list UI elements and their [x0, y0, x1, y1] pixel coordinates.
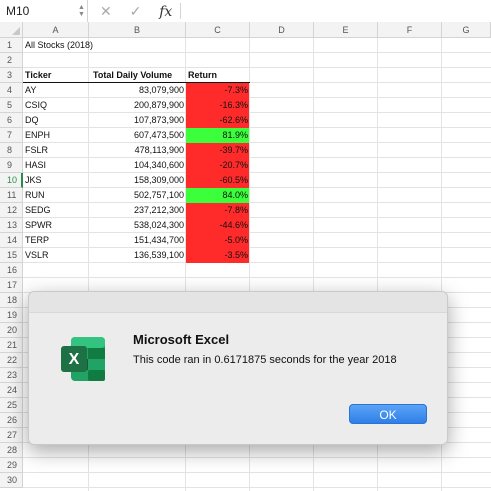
- return-cell[interactable]: 84.0%: [186, 188, 250, 203]
- volume-cell[interactable]: 237,212,300: [89, 203, 186, 218]
- return-cell[interactable]: 81.9%: [186, 128, 250, 143]
- ticker-cell[interactable]: RUN: [23, 188, 89, 203]
- row-header-1[interactable]: 1: [0, 38, 23, 53]
- return-cell[interactable]: -39.7%: [186, 143, 250, 158]
- row-header-3[interactable]: 3: [0, 68, 23, 83]
- excel-app-icon: X: [57, 333, 109, 385]
- return-cell[interactable]: -44.6%: [186, 218, 250, 233]
- return-cell[interactable]: -20.7%: [186, 158, 250, 173]
- dialog-title: Microsoft Excel: [133, 332, 230, 347]
- row-header-28[interactable]: 28: [0, 443, 23, 458]
- grid-line: [23, 277, 491, 278]
- table-header-cell[interactable]: Total Daily Volume: [89, 68, 186, 83]
- return-cell[interactable]: -62.6%: [186, 113, 250, 128]
- volume-cell[interactable]: 136,539,100: [89, 248, 186, 263]
- volume-cell[interactable]: 107,873,900: [89, 113, 186, 128]
- volume-cell[interactable]: 104,340,600: [89, 158, 186, 173]
- ticker-cell[interactable]: CSIQ: [23, 98, 89, 113]
- ticker-cell[interactable]: TERP: [23, 233, 89, 248]
- ticker-cell[interactable]: AY: [23, 83, 89, 98]
- return-cell[interactable]: -16.3%: [186, 98, 250, 113]
- dialog-message: This code ran in 0.6171875 seconds for t…: [133, 354, 397, 366]
- alert-dialog: X Microsoft Excel This code ran in 0.617…: [28, 291, 448, 445]
- row-header-9[interactable]: 9: [0, 158, 23, 173]
- column-header-f[interactable]: F: [378, 22, 442, 38]
- row-header-21[interactable]: 21: [0, 338, 23, 353]
- formula-bar-icons: ✕ ✓ fx: [100, 0, 186, 22]
- row-header-29[interactable]: 29: [0, 458, 23, 473]
- return-cell[interactable]: -7.3%: [186, 83, 250, 98]
- table-header-cell[interactable]: Ticker: [23, 68, 89, 83]
- volume-cell[interactable]: 200,879,900: [89, 98, 186, 113]
- ticker-cell[interactable]: JKS: [23, 173, 89, 188]
- name-box-dropdown-icon[interactable]: ▲ ▼: [78, 4, 85, 18]
- volume-cell[interactable]: 538,024,300: [89, 218, 186, 233]
- ticker-cell[interactable]: DQ: [23, 113, 89, 128]
- row-header-6[interactable]: 6: [0, 113, 23, 128]
- row-header-7[interactable]: 7: [0, 128, 23, 143]
- return-cell[interactable]: -5.0%: [186, 233, 250, 248]
- column-header-c[interactable]: C: [186, 22, 250, 38]
- volume-cell[interactable]: 158,309,000: [89, 173, 186, 188]
- row-header-8[interactable]: 8: [0, 143, 23, 158]
- row-header-5[interactable]: 5: [0, 98, 23, 113]
- return-cell[interactable]: -60.5%: [186, 173, 250, 188]
- row-header-12[interactable]: 12: [0, 203, 23, 218]
- row-header-27[interactable]: 27: [0, 428, 23, 443]
- return-cell[interactable]: -3.5%: [186, 248, 250, 263]
- insert-function-icon[interactable]: fx: [159, 4, 172, 20]
- formula-bar: M10 ▲ ▼ ✕ ✓ fx: [0, 0, 491, 23]
- row-header-22[interactable]: 22: [0, 353, 23, 368]
- cancel-icon[interactable]: ✕: [100, 3, 112, 19]
- excel-icon-letter: X: [69, 351, 80, 368]
- volume-cell[interactable]: 151,434,700: [89, 233, 186, 248]
- volume-cell[interactable]: 607,473,500: [89, 128, 186, 143]
- sheet-title-cell[interactable]: All Stocks (2018): [23, 38, 183, 53]
- row-header-11[interactable]: 11: [0, 188, 23, 203]
- row-header-19[interactable]: 19: [0, 308, 23, 323]
- row-header-10[interactable]: 10: [0, 173, 23, 188]
- row-header-15[interactable]: 15: [0, 248, 23, 263]
- row-header-18[interactable]: 18: [0, 293, 23, 308]
- formula-bar-divider: [180, 3, 181, 19]
- row-header-24[interactable]: 24: [0, 383, 23, 398]
- dialog-titlebar: [29, 292, 447, 313]
- row-header-23[interactable]: 23: [0, 368, 23, 383]
- ok-button[interactable]: OK: [349, 404, 427, 424]
- ticker-cell[interactable]: SEDG: [23, 203, 89, 218]
- name-box[interactable]: M10 ▲ ▼: [0, 0, 88, 22]
- row-header-4[interactable]: 4: [0, 83, 23, 98]
- grid-line: [23, 457, 491, 458]
- column-header-g[interactable]: G: [442, 22, 491, 38]
- ticker-cell[interactable]: ENPH: [23, 128, 89, 143]
- row-header-2[interactable]: 2: [0, 53, 23, 68]
- enter-icon[interactable]: ✓: [130, 3, 142, 19]
- grid-line: [23, 487, 491, 488]
- row-header-30[interactable]: 30: [0, 473, 23, 488]
- volume-cell[interactable]: 502,757,100: [89, 188, 186, 203]
- column-header-a[interactable]: A: [23, 22, 89, 38]
- row-header-16[interactable]: 16: [0, 263, 23, 278]
- volume-cell[interactable]: 83,079,900: [89, 83, 186, 98]
- column-header-d[interactable]: D: [250, 22, 314, 38]
- ticker-cell[interactable]: HASI: [23, 158, 89, 173]
- row-header-13[interactable]: 13: [0, 218, 23, 233]
- volume-cell[interactable]: 478,113,900: [89, 143, 186, 158]
- table-header-cell[interactable]: Return: [186, 68, 250, 83]
- name-box-value: M10: [6, 4, 30, 18]
- row-header-17[interactable]: 17: [0, 278, 23, 293]
- row-header-20[interactable]: 20: [0, 323, 23, 338]
- row-header-14[interactable]: 14: [0, 233, 23, 248]
- column-header-e[interactable]: E: [314, 22, 378, 38]
- row-header-26[interactable]: 26: [0, 413, 23, 428]
- column-header-b[interactable]: B: [89, 22, 186, 38]
- ticker-cell[interactable]: VSLR: [23, 248, 89, 263]
- ticker-cell[interactable]: SPWR: [23, 218, 89, 233]
- row-header-25[interactable]: 25: [0, 398, 23, 413]
- select-all-corner[interactable]: [0, 22, 23, 38]
- grid-line: [23, 472, 491, 473]
- ticker-cell[interactable]: FSLR: [23, 143, 89, 158]
- return-cell[interactable]: -7.8%: [186, 203, 250, 218]
